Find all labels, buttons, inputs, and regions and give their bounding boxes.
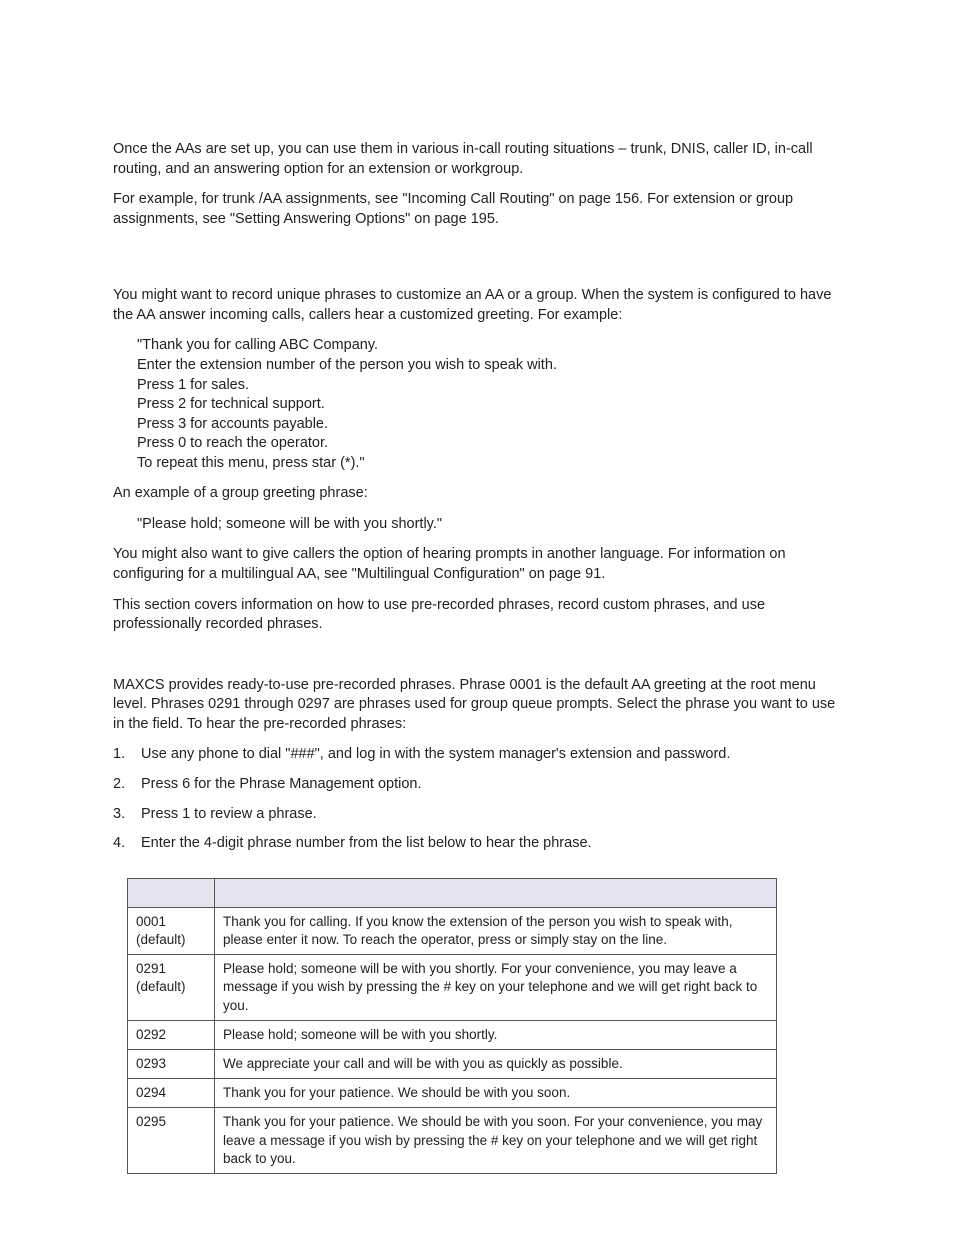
steps-list: Use any phone to dial "###", and log in … (113, 745, 841, 853)
step-text: Press 6 for the Phrase Management option… (141, 776, 422, 792)
step-item: Press 6 for the Phrase Management option… (113, 775, 841, 795)
phrase-text-cell: Thank you for your patience. We should b… (215, 1079, 777, 1108)
table-row: 0292 Please hold; someone will be with y… (128, 1020, 777, 1049)
intro-para-2: For example, for trunk /AA assignments, … (113, 190, 841, 229)
phrase-number-cell: 0294 (128, 1079, 215, 1108)
step-item: Enter the 4-digit phrase number from the… (113, 834, 841, 854)
table-header-text (215, 878, 777, 907)
phrase-mgmt-para-2: An example of a group greeting phrase: (113, 484, 841, 504)
prerecorded-text-b: field. To hear the pre-recorded phrases: (153, 716, 407, 732)
table-row: 0293 We appreciate your call and will be… (128, 1049, 777, 1078)
table-header-row (128, 878, 777, 907)
example-line: Press 0 to reach the operator. (137, 434, 841, 454)
phrase-text-cell: Please hold; someone will be with you sh… (215, 955, 777, 1021)
phrase-number-cell: 0293 (128, 1049, 215, 1078)
table-header-num (128, 878, 215, 907)
section-spacer (113, 240, 841, 286)
table-row: 0291 (default) Please hold; someone will… (128, 955, 777, 1021)
phrase-text-cell: Thank you for calling. If you know the e… (215, 907, 777, 954)
step-item: Use any phone to dial "###", and log in … (113, 745, 841, 765)
phrase-table-wrap: 0001 (default) Thank you for calling. If… (127, 878, 841, 1174)
step-text: Press 1 to review a phrase. (141, 806, 317, 822)
example-block-1: "Thank you for calling ABC Company. Ente… (137, 336, 841, 473)
phrase-number-cell: 0291 (default) (128, 955, 215, 1021)
phrase-text-cell: Please hold; someone will be with you sh… (215, 1020, 777, 1049)
example-line: Enter the extension number of the person… (137, 356, 841, 376)
step-text: Enter the 4-digit phrase number from the… (141, 835, 592, 851)
phrase-number-cell: 0295 (128, 1108, 215, 1174)
step-text: Use any phone to dial "###", and log in … (141, 746, 730, 762)
phrase-mgmt-para-1: You might want to record unique phrases … (113, 286, 841, 325)
table-row: 0294 Thank you for your patience. We sho… (128, 1079, 777, 1108)
phrase-mgmt-para-3: You might also want to give callers the … (113, 545, 841, 584)
example-line: Press 3 for accounts payable. (137, 415, 841, 435)
example-line: "Please hold; someone will be with you s… (137, 515, 841, 535)
phrase-text-b: or simply stay on the line. (515, 932, 667, 947)
document-page: Once the AAs are set up, you can use the… (0, 0, 954, 1234)
example-line: Press 2 for technical support. (137, 395, 841, 415)
step-item: Press 1 to review a phrase. (113, 805, 841, 825)
intro-para-1: Once the AAs are set up, you can use the… (113, 140, 841, 179)
phrase-text-cell: Thank you for your patience. We should b… (215, 1108, 777, 1174)
phrase-text-cell: We appreciate your call and will be with… (215, 1049, 777, 1078)
example-line: To repeat this menu, press star (*)." (137, 454, 841, 474)
phrase-mgmt-para-4: This section covers information on how t… (113, 596, 841, 635)
table-row: 0295 Thank you for your patience. We sho… (128, 1108, 777, 1174)
example-line: Press 1 for sales. (137, 376, 841, 396)
section-spacer (113, 646, 841, 676)
example-block-2: "Please hold; someone will be with you s… (137, 515, 841, 535)
phrase-number-cell: 0292 (128, 1020, 215, 1049)
phrase-table: 0001 (default) Thank you for calling. If… (127, 878, 777, 1174)
table-row: 0001 (default) Thank you for calling. If… (128, 907, 777, 954)
phrase-number-cell: 0001 (default) (128, 907, 215, 954)
example-line: "Thank you for calling ABC Company. (137, 336, 841, 356)
prerecorded-para-1: MAXCS provides ready-to-use pre-recorded… (113, 676, 841, 735)
